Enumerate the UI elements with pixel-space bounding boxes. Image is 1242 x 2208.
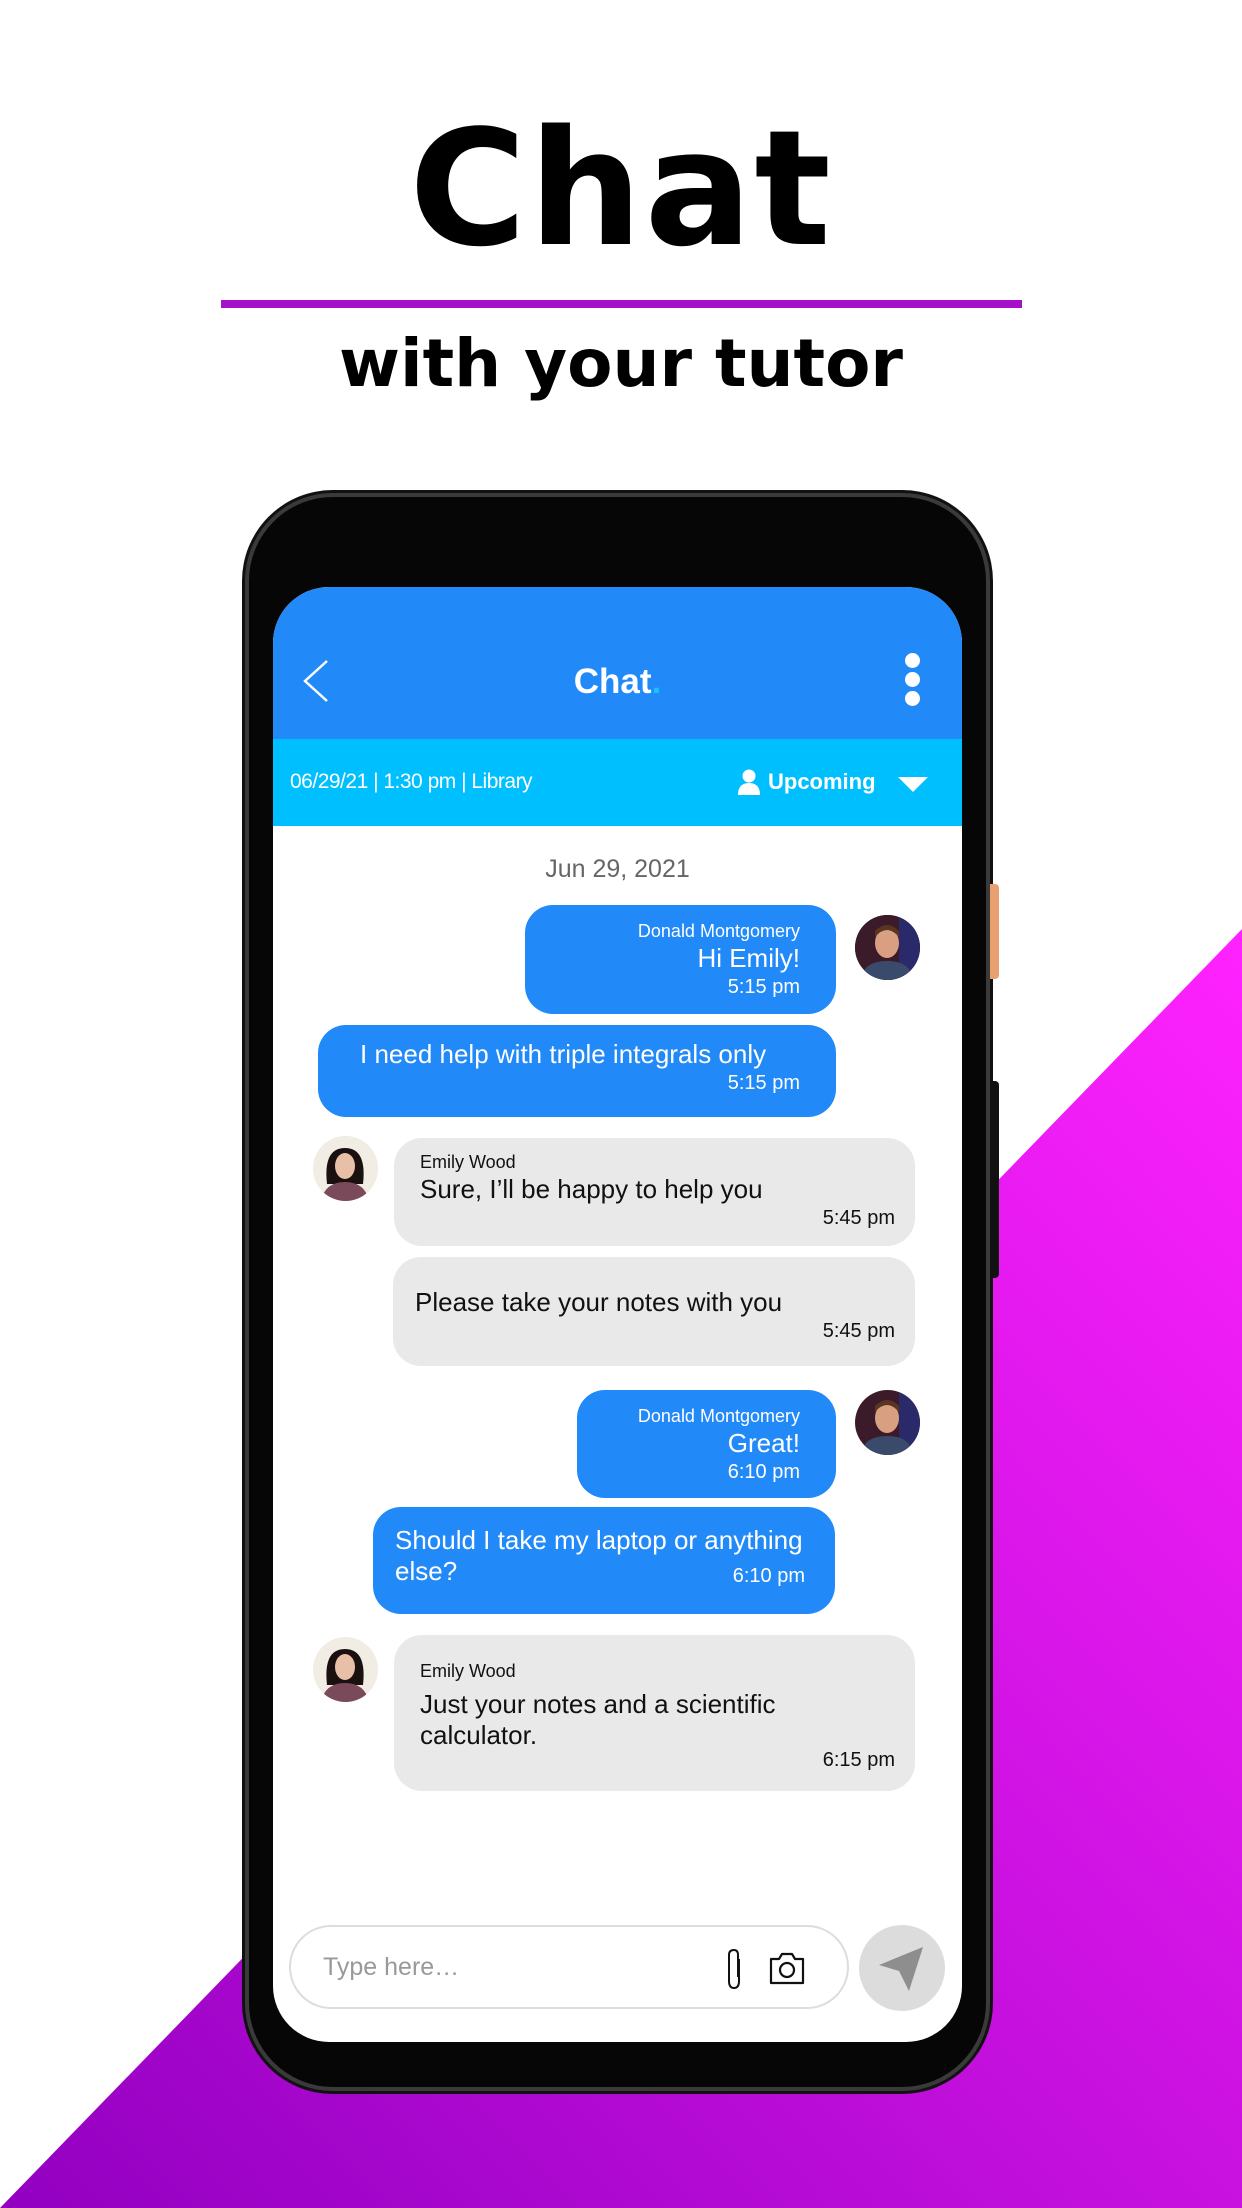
message-composer xyxy=(289,1925,849,2009)
sender-name: Emily Wood xyxy=(420,1661,516,1681)
app-header: Chat. xyxy=(273,587,962,739)
person-icon xyxy=(738,769,760,795)
status-label: Upcoming xyxy=(768,769,876,794)
phone-volume-button xyxy=(990,1081,999,1278)
chat-screen: Chat. 06/29/21 | 1:30 pm | Library Upcom… xyxy=(273,587,962,2042)
title-text: Chat xyxy=(573,662,652,701)
message-bubble-received: Emily Wood Just your notes and a scienti… xyxy=(394,1635,915,1791)
message-bubble-sent: Should I take my laptop or anything else… xyxy=(373,1507,835,1614)
paperclip-icon[interactable] xyxy=(723,1947,745,1991)
sender-name: Donald Montgomery xyxy=(637,1406,800,1426)
session-bar: 06/29/21 | 1:30 pm | Library Upcoming xyxy=(273,739,962,826)
status-dropdown[interactable]: Upcoming xyxy=(738,769,876,795)
message-time: 5:15 pm xyxy=(727,976,800,998)
message-bubble-sent: Donald Montgomery Hi Emily! 5:15 pm xyxy=(525,905,836,1014)
date-separator: Jun 29, 2021 xyxy=(545,855,690,883)
message-time: 6:10 pm xyxy=(727,1461,800,1483)
avatar-emily xyxy=(313,1136,378,1201)
message-text: Please take your notes with you xyxy=(415,1287,783,1317)
avatar-donald xyxy=(855,1390,920,1455)
page-title: Chat. xyxy=(273,662,962,702)
caret-down-icon[interactable] xyxy=(898,777,928,792)
send-icon xyxy=(879,1947,923,1991)
avatar-emily xyxy=(313,1637,378,1702)
promo-headline: Chat xyxy=(409,95,833,282)
session-info: 06/29/21 | 1:30 pm | Library xyxy=(290,770,533,793)
message-text: Great! xyxy=(727,1428,800,1458)
avatar-donald xyxy=(855,915,920,980)
send-button[interactable] xyxy=(859,1925,945,2011)
sender-name: Emily Wood xyxy=(420,1152,516,1172)
message-bubble-sent: I need help with triple integrals only 5… xyxy=(318,1025,836,1117)
title-dot: . xyxy=(651,662,662,701)
message-text: Sure, I’ll be happy to help you xyxy=(420,1174,763,1204)
phone-power-button xyxy=(990,884,999,979)
divider xyxy=(221,300,1022,308)
promo-subheadline: with your tutor xyxy=(339,325,903,402)
message-bubble-received: Please take your notes with you 5:45 pm xyxy=(393,1257,915,1366)
message-time: 5:45 pm xyxy=(822,1320,895,1342)
message-text: I need help with triple integrals only xyxy=(360,1039,767,1069)
sender-name: Donald Montgomery xyxy=(637,921,800,941)
message-text: Hi Emily! xyxy=(697,943,800,973)
camera-icon[interactable] xyxy=(769,1951,805,1985)
message-text: Just your notes and a scientific calcula… xyxy=(420,1689,776,1750)
message-time: 5:45 pm xyxy=(822,1207,895,1229)
kebab-icon[interactable] xyxy=(905,653,921,710)
message-bubble-received: Emily Wood Sure, I’ll be happy to help y… xyxy=(394,1138,915,1246)
message-bubble-sent: Donald Montgomery Great! 6:10 pm xyxy=(577,1390,836,1498)
message-time: 5:15 pm xyxy=(727,1072,800,1094)
message-input[interactable] xyxy=(323,1947,683,1987)
